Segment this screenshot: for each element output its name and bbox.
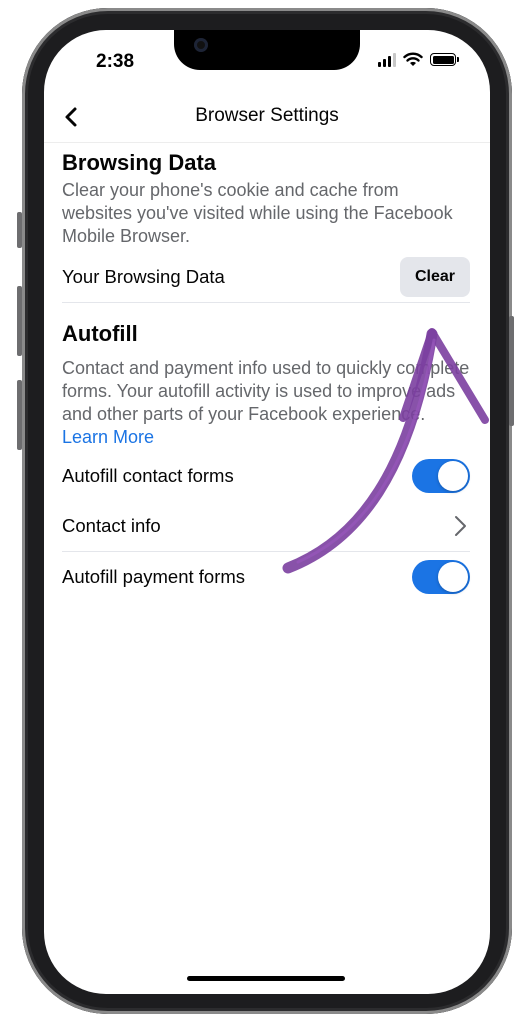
browsing-data-description: Clear your phone's cookie and cache from…	[62, 180, 453, 246]
autofill-title: Autofill	[62, 321, 138, 346]
volume-down-button	[17, 380, 22, 450]
front-camera	[194, 38, 208, 52]
autofill-description-text: Contact and payment info used to quickly…	[62, 358, 470, 424]
nav-bar: Browser Settings	[44, 92, 490, 143]
autofill-payment-forms-label: Autofill payment forms	[62, 566, 246, 587]
clear-button[interactable]: Clear	[400, 257, 470, 297]
battery-icon	[430, 53, 459, 66]
home-indicator	[187, 976, 345, 981]
power-button	[509, 316, 514, 426]
learn-more-link[interactable]: Learn More	[62, 427, 154, 447]
phone-screen: 2:38 Browser Settings Browsing Data Clea…	[44, 30, 490, 994]
volume-up-button	[17, 286, 22, 356]
contact-info-label: Contact info	[62, 515, 161, 536]
autofill-payment-forms-toggle[interactable]	[412, 560, 470, 594]
autofill-contact-forms-row: Autofill contact forms	[62, 451, 470, 501]
your-browsing-data-row: Your Browsing Data Clear	[62, 252, 470, 302]
autofill-description: Contact and payment info used to quickly…	[62, 357, 470, 449]
toggle-knob	[438, 461, 468, 491]
wifi-icon	[403, 52, 423, 66]
toggle-knob	[438, 562, 468, 592]
divider	[62, 302, 470, 303]
autofill-contact-forms-label: Autofill contact forms	[62, 465, 234, 486]
status-time: 2:38	[96, 51, 135, 72]
silent-switch	[17, 212, 22, 248]
autofill-payment-forms-row: Autofill payment forms	[62, 552, 470, 602]
browsing-data-title: Browsing Data	[62, 150, 217, 175]
settings-content: Browsing Data Clear your phone's cookie …	[62, 142, 470, 602]
page-title: Browser Settings	[195, 105, 339, 126]
autofill-contact-forms-toggle[interactable]	[412, 459, 470, 493]
chevron-right-icon[interactable]	[450, 513, 470, 539]
cellular-signal-icon	[378, 52, 396, 67]
contact-info-row[interactable]: Contact info	[62, 501, 470, 551]
notch	[174, 30, 360, 70]
your-browsing-data-label: Your Browsing Data	[62, 266, 225, 287]
status-icons	[378, 52, 459, 67]
